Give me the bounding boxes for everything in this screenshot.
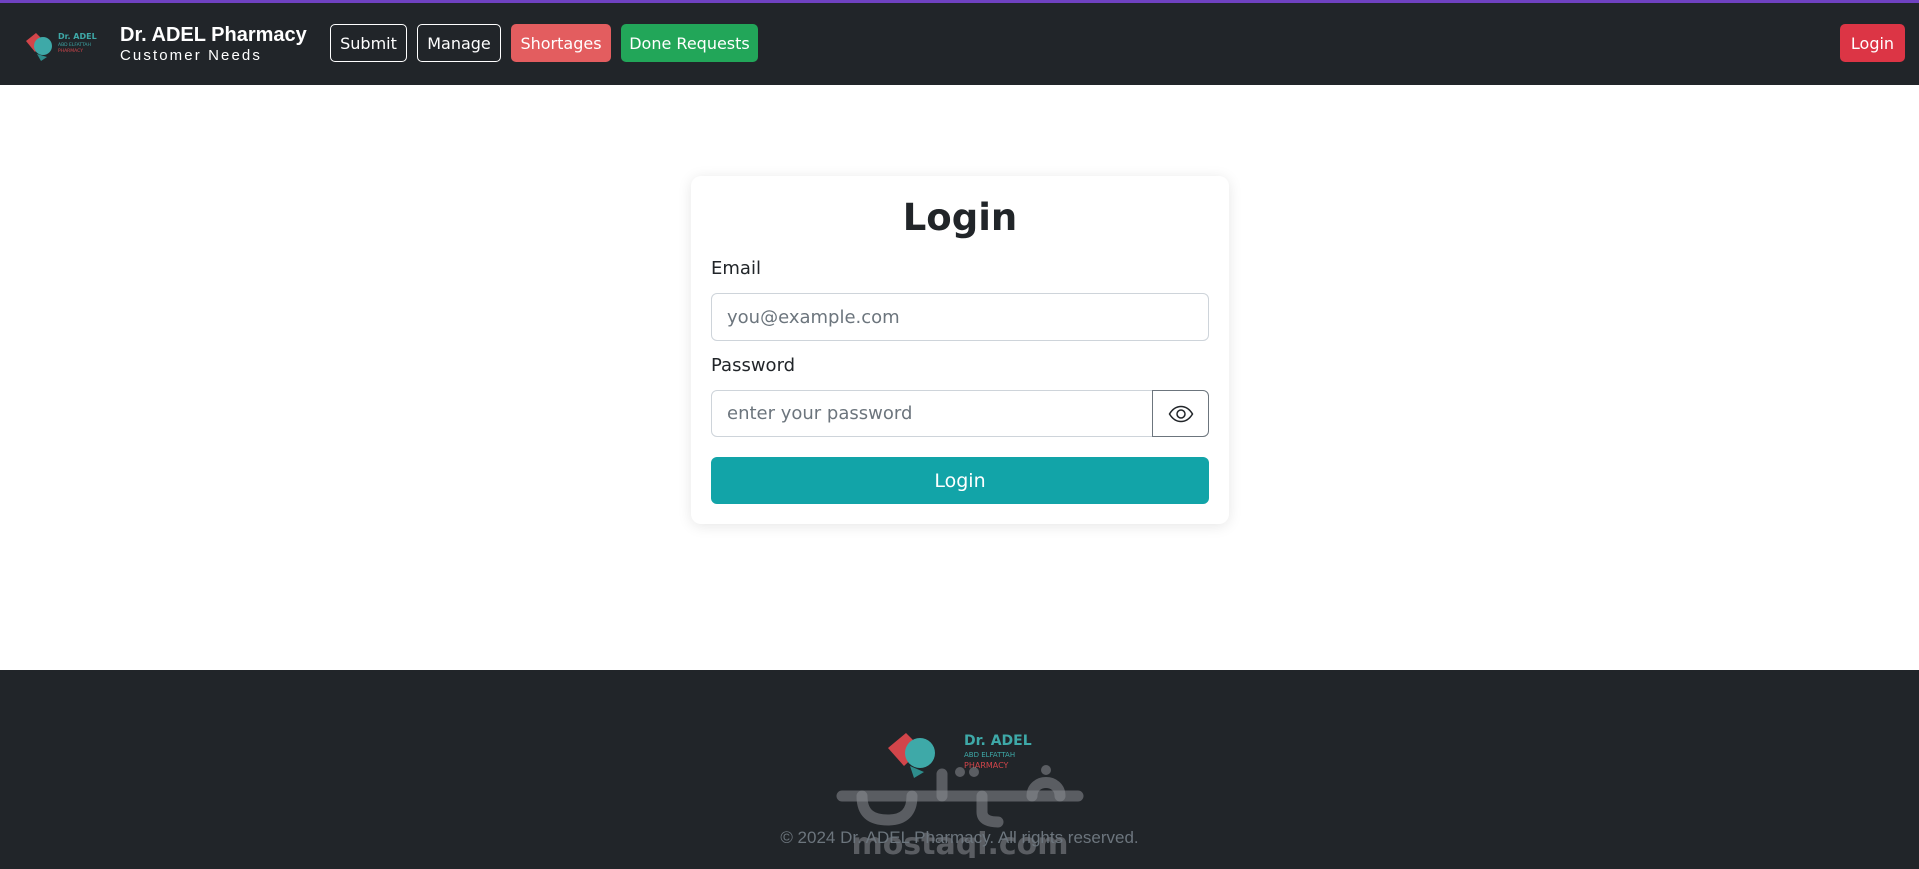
show-password-button[interactable] — [1152, 390, 1209, 437]
shortages-nav-button[interactable]: Shortages — [511, 24, 611, 62]
copyright-text: © 2024 Dr. ADEL Pharmacy. All rights res… — [780, 828, 1139, 847]
navbar: Dr. ADEL ABD ELFATTAH PHARMACY Dr. ADEL … — [0, 3, 1919, 85]
brand-subtitle: Customer Needs — [120, 47, 262, 64]
svg-text:ABD ELFATTAH: ABD ELFATTAH — [58, 42, 91, 48]
submit-nav-button[interactable]: Submit — [330, 24, 407, 62]
brand-title[interactable]: Dr. ADEL Pharmacy — [120, 24, 307, 47]
password-input[interactable] — [711, 390, 1153, 437]
svg-text:PHARMACY: PHARMACY — [58, 48, 83, 54]
login-submit-button[interactable]: Login — [711, 457, 1209, 504]
footer: Dr. ADEL ABD ELFATTAH PHARMACY mostaql.c… — [0, 670, 1919, 869]
eye-icon — [1168, 405, 1193, 422]
login-nav-button[interactable]: Login — [1840, 24, 1905, 62]
password-label: Password — [711, 355, 796, 376]
email-input[interactable] — [711, 293, 1209, 341]
svg-text:Dr. ADEL: Dr. ADEL — [58, 32, 97, 41]
manage-nav-button[interactable]: Manage — [417, 24, 501, 62]
pharmacy-logo[interactable]: Dr. ADEL ABD ELFATTAH PHARMACY — [23, 29, 99, 63]
svg-text:ABD ELFATTAH: ABD ELFATTAH — [964, 751, 1015, 759]
email-label: Email — [711, 258, 761, 279]
login-card: Login Email Password Login — [691, 176, 1229, 524]
svg-text:Dr. ADEL: Dr. ADEL — [964, 733, 1032, 749]
login-title: Login — [902, 196, 1018, 239]
done-requests-nav-button[interactable]: Done Requests — [621, 24, 758, 62]
